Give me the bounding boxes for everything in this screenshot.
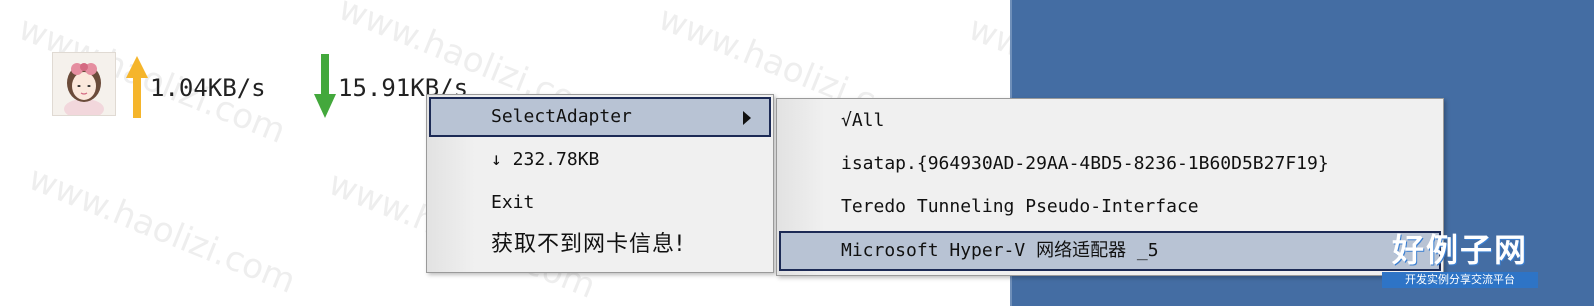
submenu-item-hyper-v[interactable]: Microsoft Hyper-V 网络适配器 _5 <box>779 231 1441 271</box>
menu-item-label: ↓ 232.78KB <box>491 149 600 170</box>
menu-item-select-adapter[interactable]: SelectAdapter <box>429 97 771 137</box>
upload-arrow-icon <box>126 56 148 118</box>
submenu-arrow-icon <box>743 111 751 125</box>
menu-item-label: 获取不到网卡信息! <box>491 232 685 257</box>
submenu-item-isatap[interactable]: isatap.{964930AD-29AA-4BD5-8236-1B60D5B2… <box>779 144 1441 184</box>
logo-slogan: 开发实例分享交流平台 <box>1382 272 1538 288</box>
menu-item-label: √All <box>841 110 885 131</box>
submenu-item-teredo[interactable]: Teredo Tunneling Pseudo-Interface <box>779 187 1441 227</box>
menu-item-label: SelectAdapter <box>491 106 632 127</box>
menu-item-adapter-error[interactable]: 获取不到网卡信息! <box>429 225 771 265</box>
menu-item-label: isatap.{964930AD-29AA-4BD5-8236-1B60D5B2… <box>841 153 1329 174</box>
logo-brand-name: 好例子网 <box>1391 231 1528 269</box>
site-logo: 好例子网 开发实例分享交流平台 <box>1382 232 1538 294</box>
menu-item-label: Teredo Tunneling Pseudo-Interface <box>841 196 1199 217</box>
adapter-submenu: √All isatap.{964930AD-29AA-4BD5-8236-1B6… <box>776 98 1444 276</box>
submenu-item-all[interactable]: √All <box>779 101 1441 141</box>
avatar-girl-icon <box>52 52 116 116</box>
menu-item-label: Exit <box>491 192 535 213</box>
upload-speed: 1.04KB/s <box>150 74 266 102</box>
watermark-text: www.haolizi.com <box>22 158 302 302</box>
download-arrow-icon <box>314 54 336 118</box>
context-menu: SelectAdapter ↓ 232.78KB Exit 获取不到网卡信息! <box>426 94 774 273</box>
menu-item-total-downloaded[interactable]: ↓ 232.78KB <box>429 140 771 180</box>
menu-item-exit[interactable]: Exit <box>429 183 771 223</box>
menu-item-label: Microsoft Hyper-V 网络适配器 _5 <box>841 240 1159 261</box>
